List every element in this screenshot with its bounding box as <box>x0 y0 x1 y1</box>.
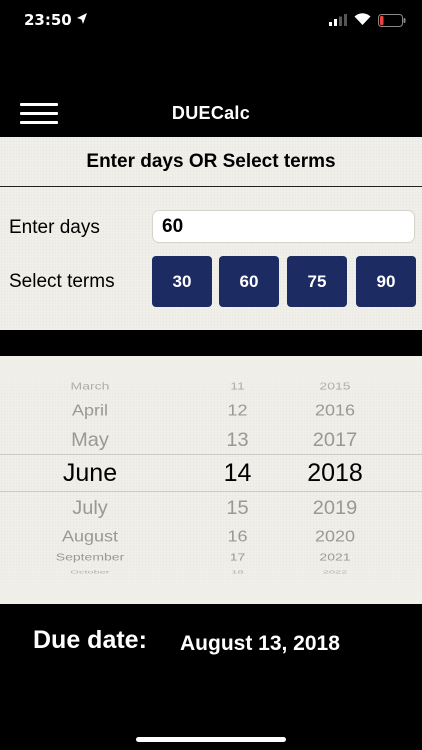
days-label: Enter days <box>9 217 100 238</box>
term-30-button[interactable]: 30 <box>152 256 212 307</box>
due-date-value: August 13, 2018 <box>180 632 340 655</box>
status-time: 23:50 <box>24 11 72 29</box>
date-picker: FebruaryMarchAprilMayJuneJulyAugustSepte… <box>0 356 422 604</box>
battery-low-icon <box>378 14 406 27</box>
month-option[interactable]: September <box>0 551 180 562</box>
year-option[interactable]: 2022 <box>275 569 395 574</box>
status-bar: 23:50 <box>0 0 422 44</box>
day-option[interactable]: 15 <box>200 497 275 519</box>
year-wheel[interactable]: 201420152016201720182019202020212022 <box>275 356 422 604</box>
year-option[interactable]: 2016 <box>275 401 395 419</box>
term-90-button[interactable]: 90 <box>356 256 416 307</box>
term-75-button[interactable]: 75 <box>287 256 347 307</box>
terms-label: Select terms <box>9 271 115 292</box>
day-option[interactable]: 11 <box>200 380 275 391</box>
day-option[interactable]: 12 <box>200 401 275 419</box>
month-option[interactable]: April <box>0 401 180 419</box>
year-option[interactable]: 2015 <box>275 380 395 391</box>
input-panel: Enter days OR Select terms Enter days Se… <box>0 137 422 330</box>
day-option[interactable]: 14 <box>200 459 275 488</box>
wifi-icon <box>354 13 371 25</box>
day-option[interactable]: 18 <box>200 569 275 574</box>
location-arrow-icon <box>77 13 87 24</box>
term-60-button[interactable]: 60 <box>219 256 279 307</box>
year-option[interactable]: 2018 <box>275 459 395 488</box>
nav-bar: DUECalc <box>0 90 422 136</box>
cellular-signal-icon <box>329 14 347 26</box>
month-wheel[interactable]: FebruaryMarchAprilMayJuneJulyAugustSepte… <box>0 356 200 604</box>
day-wheel[interactable]: 101112131415161718 <box>200 356 275 604</box>
month-option[interactable]: March <box>0 380 180 391</box>
year-option[interactable]: 2020 <box>275 527 395 545</box>
year-option[interactable]: 2017 <box>275 429 395 451</box>
month-option[interactable]: August <box>0 527 180 545</box>
home-indicator[interactable] <box>136 737 286 742</box>
year-option[interactable]: 2019 <box>275 497 395 519</box>
month-option[interactable]: October <box>0 569 180 574</box>
app-title: DUECalc <box>171 103 251 123</box>
day-option[interactable]: 17 <box>200 551 275 562</box>
month-option[interactable]: June <box>0 459 180 488</box>
month-option[interactable]: May <box>0 429 180 451</box>
section-title: Enter days OR Select terms <box>86 151 336 172</box>
day-option[interactable]: 13 <box>200 429 275 451</box>
month-option[interactable]: July <box>0 497 180 519</box>
day-option[interactable]: 16 <box>200 527 275 545</box>
section-divider <box>0 186 422 187</box>
year-option[interactable]: 2021 <box>275 551 395 562</box>
days-input[interactable] <box>152 210 415 243</box>
due-date-row: Due date: August 13, 2018 <box>0 624 422 664</box>
due-date-label: Due date: <box>33 626 147 654</box>
